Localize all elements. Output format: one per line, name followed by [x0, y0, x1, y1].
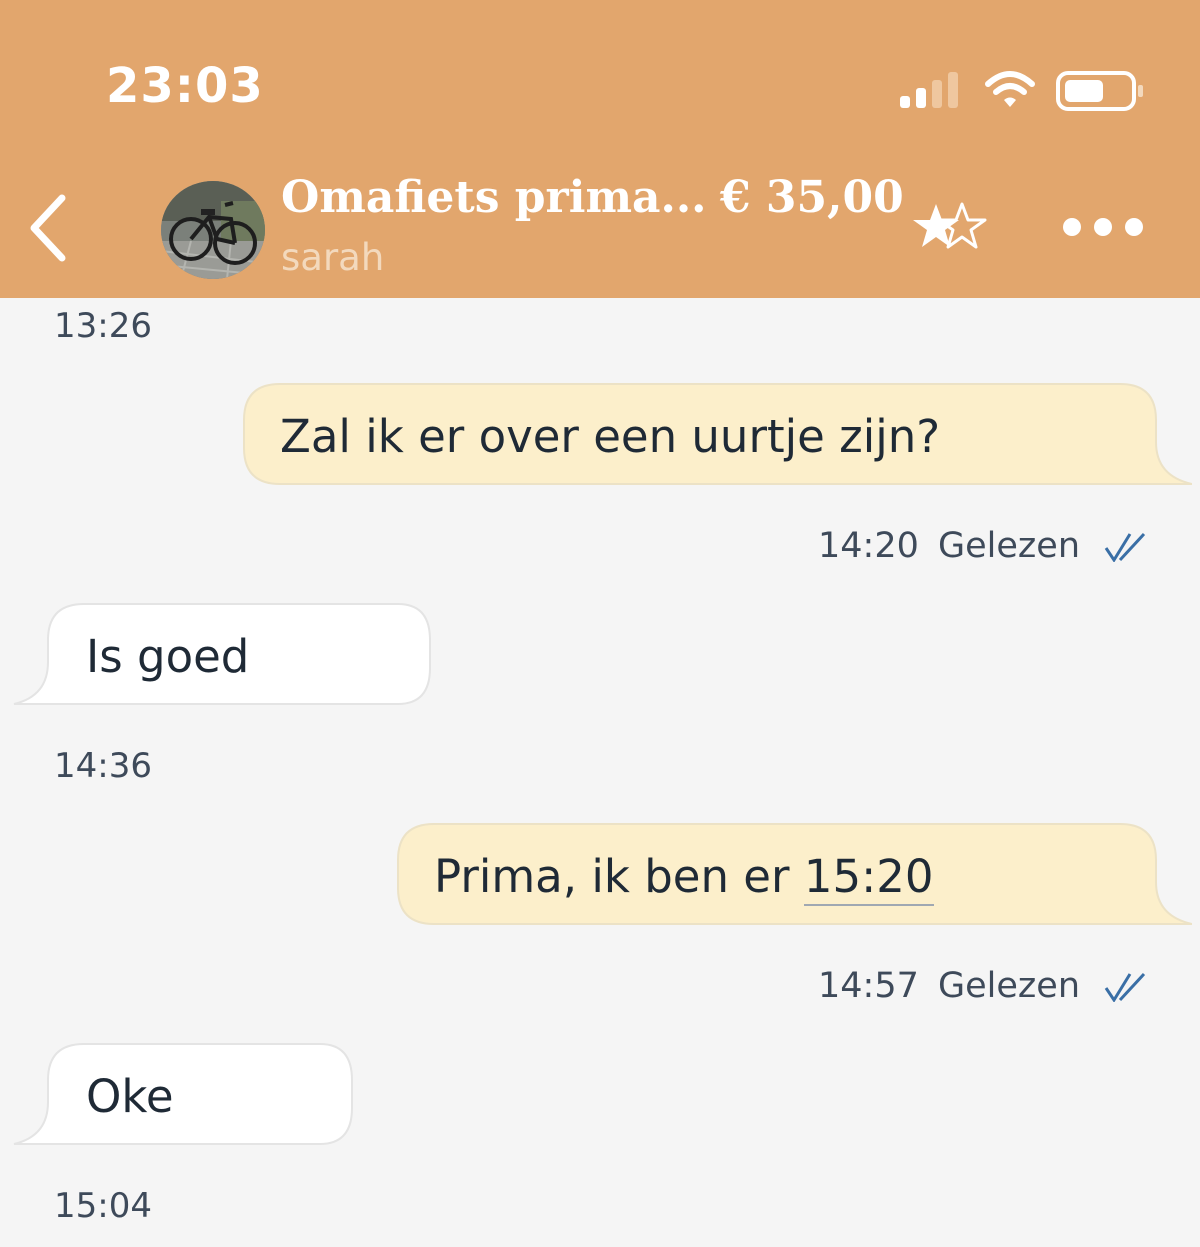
back-arrow-icon[interactable]: [22, 190, 74, 266]
battery-icon: [1056, 71, 1143, 111]
message-time: 14:57: [818, 966, 919, 1006]
time-link[interactable]: 15:20: [803, 850, 934, 906]
listing-price: € 35,00: [720, 172, 904, 223]
message-text: Prima, ik ben er 15:20: [434, 850, 934, 906]
read-receipt: 14:57 Gelezen: [818, 966, 1158, 1008]
seller-name[interactable]: sarah: [281, 236, 384, 279]
listing-avatar[interactable]: [161, 181, 265, 279]
message-text: Oke: [86, 1070, 174, 1123]
outgoing-message-bubble[interactable]: Zal ik er over een uurtje zijn?: [240, 380, 1192, 488]
read-receipt: 14:20 Gelezen: [818, 526, 1158, 568]
incoming-message-bubble[interactable]: Oke: [10, 1040, 356, 1148]
chat-header: 23:03 Omafiets prima... € 35,00 sarah: [0, 0, 1200, 298]
message-text: Is goed: [86, 630, 250, 683]
rate-star-icon[interactable]: [910, 198, 988, 258]
outgoing-message-bubble[interactable]: Prima, ik ben er 15:20: [394, 820, 1192, 928]
message-text-prefix: Prima, ik ben er: [434, 850, 804, 903]
message-timestamp: 13:26: [54, 306, 152, 346]
bicycle-photo-icon: [161, 181, 265, 279]
message-timestamp: 14:36: [54, 746, 152, 786]
more-options-icon[interactable]: [1058, 212, 1148, 242]
double-check-icon: [1104, 532, 1146, 562]
wifi-icon: [985, 71, 1035, 107]
cellular-signal-icon: [900, 72, 958, 108]
message-text: Zal ik er over een uurtje zijn?: [280, 410, 941, 463]
message-time: 14:20: [818, 526, 919, 566]
incoming-message-bubble[interactable]: Is goed: [10, 600, 434, 708]
status-bar-time: 23:03: [106, 58, 264, 114]
listing-title[interactable]: Omafiets prima...: [281, 172, 706, 223]
read-status: Gelezen: [938, 966, 1080, 1006]
read-status: Gelezen: [938, 526, 1080, 566]
double-check-icon: [1104, 972, 1146, 1002]
message-timestamp: 15:04: [54, 1186, 152, 1226]
